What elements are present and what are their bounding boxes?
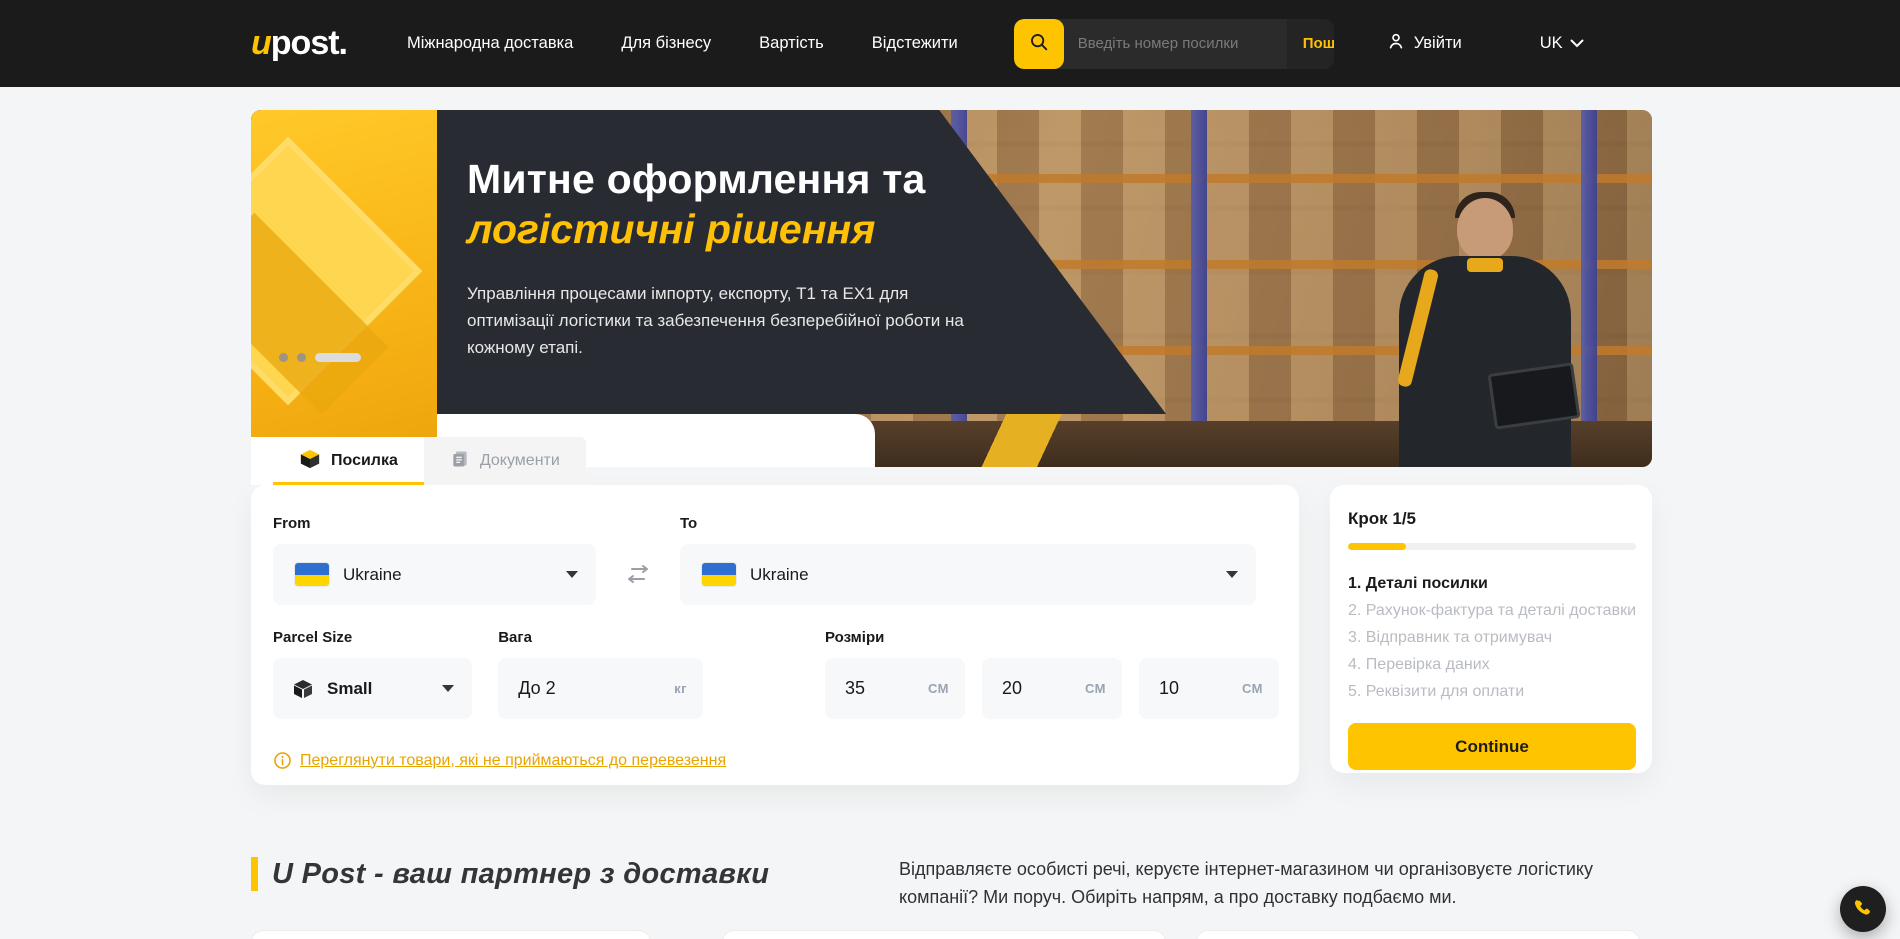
from-country-value: Ukraine [343, 565, 566, 585]
weight-input[interactable] [518, 678, 674, 699]
logo-accent: u [251, 24, 271, 62]
box-icon [291, 677, 315, 701]
intro-text: Відправляєте особисті речі, керуєте інте… [899, 855, 1649, 911]
restricted-goods-link-text[interactable]: Переглянути товари, які не приймаються д… [300, 752, 726, 770]
dimension-length-field: СМ [825, 658, 965, 719]
carousel-dots [279, 353, 361, 362]
dimension-unit: СМ [1242, 681, 1263, 696]
weight-label: Вага [498, 629, 703, 646]
weight-field: кг [498, 658, 703, 719]
steps-list: 1. Деталі посилки 2. Рахунок-фактура та … [1348, 570, 1636, 705]
page: upost. Міжнародна доставка Для бізнесу В… [0, 0, 1900, 939]
logo[interactable]: upost. [251, 24, 347, 63]
search-bar: Пошук [1014, 19, 1334, 69]
dimension-height-field: СМ [1139, 658, 1279, 719]
caret-down-icon [1226, 571, 1238, 578]
service-card[interactable] [722, 930, 1166, 939]
tab-parcel-label: Посилка [331, 452, 398, 470]
service-card[interactable] [251, 930, 651, 939]
restricted-goods-link[interactable]: Переглянути товари, які не приймаються д… [273, 751, 1279, 770]
from-label: From [273, 515, 596, 532]
weight-unit: кг [674, 681, 687, 696]
intro-heading: U Post - ваш партнер з доставки [272, 858, 769, 891]
dimension-unit: СМ [1085, 681, 1106, 696]
search-input[interactable] [1064, 19, 1287, 69]
service-card[interactable] [1196, 930, 1640, 939]
search-button[interactable] [1014, 19, 1064, 69]
carousel-dot-active[interactable] [315, 353, 361, 362]
worker-photo [1371, 198, 1601, 467]
phone-icon [1852, 898, 1874, 920]
heading-accent-bar [251, 857, 258, 891]
shipment-type-tabs: Посилка Документи [251, 437, 586, 485]
step-item-2: 2. Рахунок-фактура та деталі доставки [1348, 597, 1636, 624]
nav-item-pricing[interactable]: Вартість [759, 34, 824, 53]
dimension-unit: СМ [928, 681, 949, 696]
hero-subtitle: Управління процесами імпорту, експорту, … [467, 280, 967, 361]
step-item-5: 5. Реквізити для оплати [1348, 678, 1636, 705]
dimension-height-input[interactable] [1159, 678, 1242, 699]
ukraine-flag-icon [702, 563, 736, 586]
to-country-select[interactable]: Ukraine [680, 544, 1256, 605]
login-button[interactable]: Увійти [1386, 31, 1462, 56]
logo-text: post. [271, 24, 347, 62]
intro-heading-wrap: U Post - ваш партнер з доставки [251, 857, 769, 891]
carousel-dot[interactable] [279, 353, 288, 362]
search-submit-button[interactable]: Пошук [1287, 19, 1334, 69]
tab-documents-label: Документи [480, 452, 560, 470]
steps-title: Крок 1/5 [1348, 509, 1636, 529]
document-icon [450, 449, 470, 474]
dimension-length-input[interactable] [845, 678, 928, 699]
from-country-select[interactable]: Ukraine [273, 544, 596, 605]
user-icon [1386, 31, 1406, 56]
parcel-box-icon [299, 448, 321, 475]
caret-down-icon [442, 685, 454, 692]
continue-button[interactable]: Continue [1348, 723, 1636, 770]
dimension-width-field: СМ [982, 658, 1122, 719]
step-item-3: 3. Відправник та отримувач [1348, 624, 1636, 651]
steps-panel: Крок 1/5 1. Деталі посилки 2. Рахунок-фа… [1330, 485, 1652, 773]
to-country-value: Ukraine [750, 565, 1226, 585]
dimension-width-input[interactable] [1002, 678, 1085, 699]
hero-yellow-panel [251, 110, 437, 437]
parcel-size-label: Parcel Size [273, 629, 472, 646]
dimensions-label: Розміри [825, 629, 1279, 646]
calculator-card: From Ukraine To Ukraine [251, 485, 1299, 785]
progress-bar-fill [1348, 543, 1406, 550]
login-label: Увійти [1414, 34, 1462, 53]
navbar: upost. Міжнародна доставка Для бізнесу В… [0, 0, 1900, 87]
progress-bar [1348, 543, 1636, 550]
caret-down-icon [566, 571, 578, 578]
nav-links: Міжнародна доставка Для бізнесу Вартість… [407, 34, 958, 53]
step-item-1: 1. Деталі посилки [1348, 570, 1636, 597]
parcel-size-select[interactable]: Small [273, 658, 472, 719]
ukraine-flag-icon [295, 563, 329, 586]
nav-item-business[interactable]: Для бізнесу [621, 34, 711, 53]
to-label: To [680, 515, 1256, 532]
hero-banner: Митне оформлення та логістичні рішення У… [251, 110, 1652, 467]
info-icon [273, 751, 292, 770]
nav-item-track[interactable]: Відстежити [872, 34, 958, 53]
chat-button[interactable] [1840, 886, 1886, 932]
language-selector[interactable]: UK [1540, 34, 1584, 53]
nav-item-international[interactable]: Міжнародна доставка [407, 34, 573, 53]
swap-countries-button[interactable] [596, 515, 680, 605]
parcel-size-value: Small [327, 679, 442, 699]
search-icon [1028, 31, 1050, 56]
step-item-4: 4. Перевірка даних [1348, 651, 1636, 678]
tab-parcel[interactable]: Посилка [273, 437, 424, 485]
carousel-dot[interactable] [297, 353, 306, 362]
tab-documents[interactable]: Документи [424, 437, 586, 485]
chevron-down-icon [1570, 34, 1584, 53]
language-value: UK [1540, 34, 1563, 53]
